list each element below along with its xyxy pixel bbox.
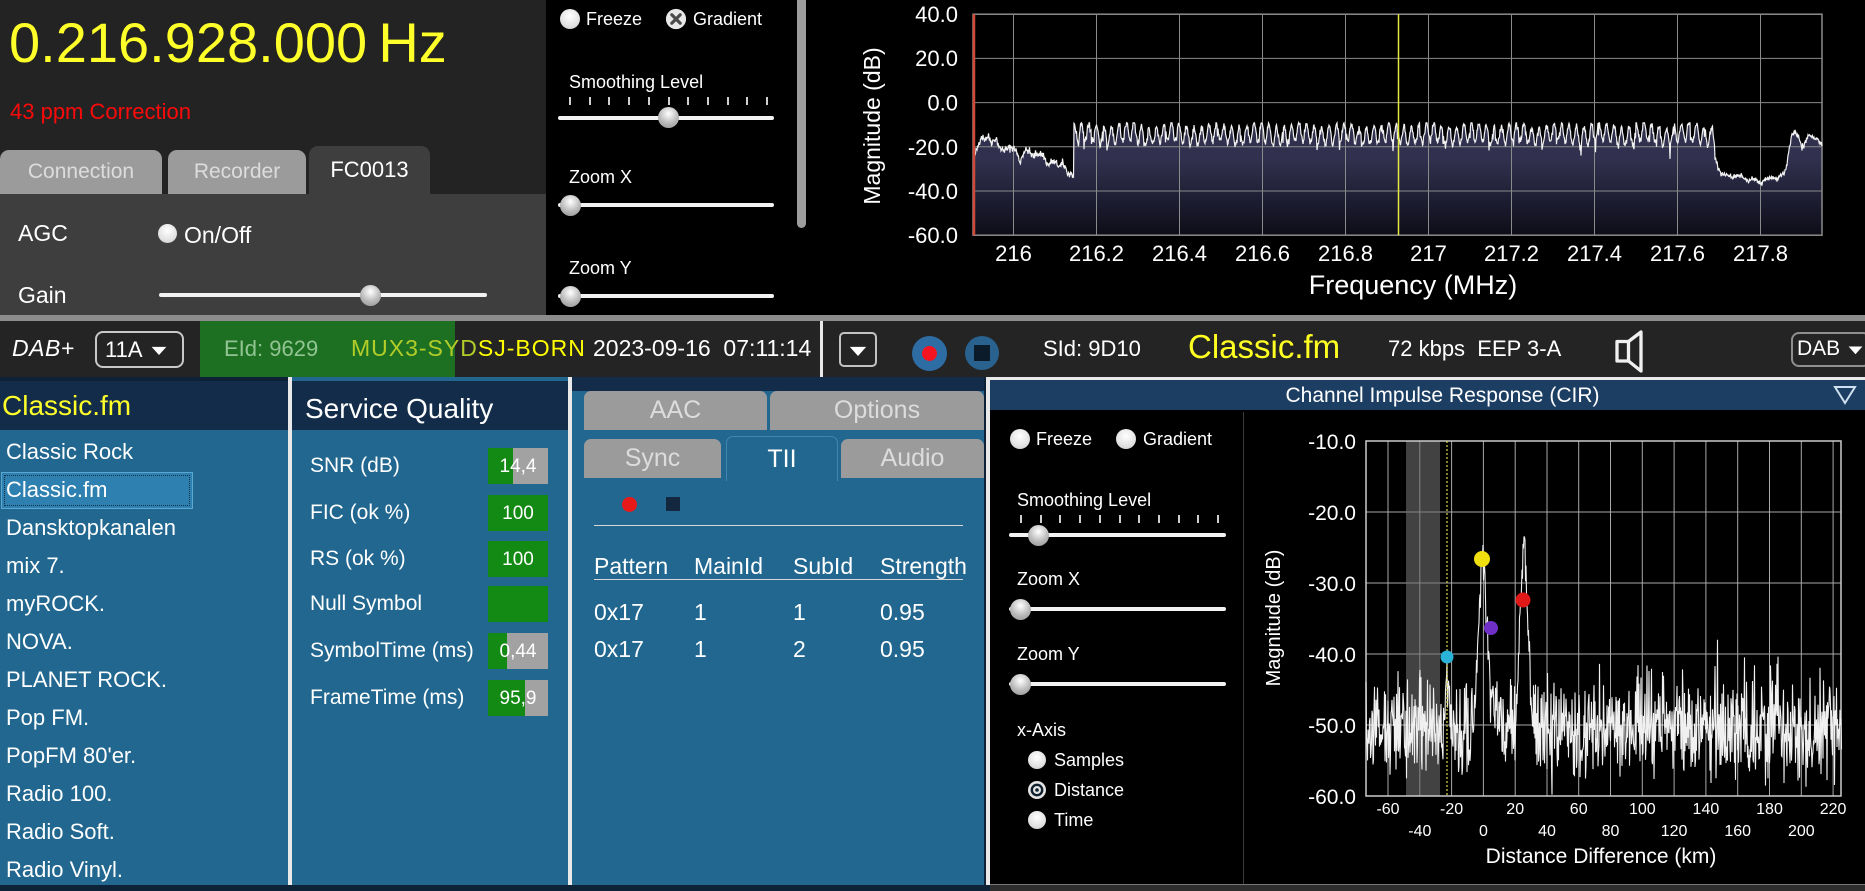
svg-text:-50.0: -50.0	[1308, 715, 1356, 738]
svg-text:-10.0: -10.0	[1308, 431, 1356, 454]
svg-text:140: 140	[1693, 801, 1720, 818]
svg-text:80: 80	[1602, 823, 1620, 840]
svg-text:-20: -20	[1440, 801, 1463, 818]
svg-text:-60: -60	[1376, 801, 1399, 818]
svg-text:100: 100	[1629, 801, 1656, 818]
svg-text:160: 160	[1724, 823, 1751, 840]
svg-text:40: 40	[1538, 823, 1556, 840]
svg-text:-60.0: -60.0	[1308, 786, 1356, 809]
svg-text:0: 0	[1479, 823, 1488, 840]
svg-text:120: 120	[1661, 823, 1688, 840]
svg-text:200: 200	[1788, 823, 1815, 840]
svg-text:220: 220	[1820, 801, 1847, 818]
svg-text:-30.0: -30.0	[1308, 573, 1356, 596]
svg-text:180: 180	[1756, 801, 1783, 818]
svg-text:-40.0: -40.0	[1308, 644, 1356, 667]
svg-text:Magnitude (dB): Magnitude (dB)	[1263, 550, 1285, 687]
svg-text:Distance Difference (km): Distance Difference (km)	[1486, 845, 1717, 868]
svg-text:-20.0: -20.0	[1308, 502, 1356, 525]
svg-text:-40: -40	[1408, 823, 1431, 840]
svg-text:20: 20	[1506, 801, 1524, 818]
svg-text:60: 60	[1570, 801, 1588, 818]
